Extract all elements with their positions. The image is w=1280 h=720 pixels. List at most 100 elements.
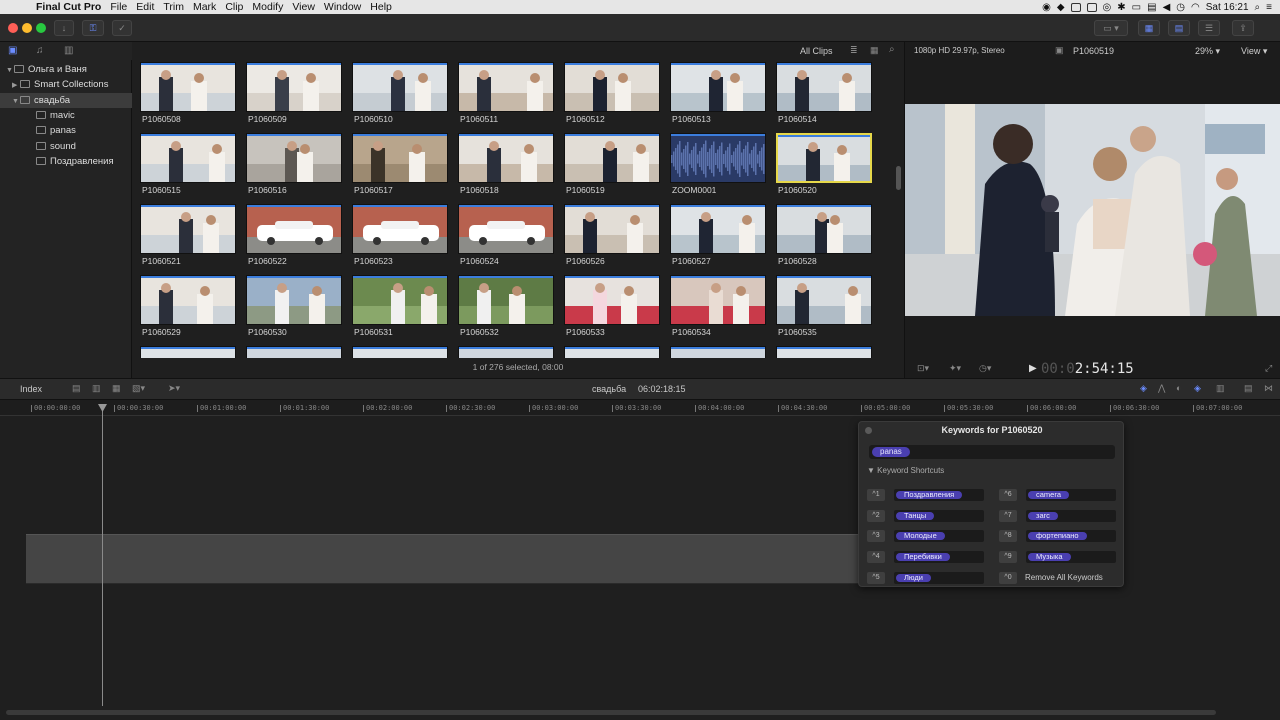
clip-filmstrip[interactable] [140, 346, 236, 358]
clip-filmstrip[interactable] [670, 275, 766, 325]
sidebar-item[interactable]: ▼ Ольга и Ваня [0, 62, 132, 77]
insert-edit-icon[interactable]: ▥ [92, 383, 101, 394]
background-tasks-icon[interactable]: ✓ [112, 20, 132, 36]
clip-filmstrip[interactable] [458, 62, 554, 112]
libraries-icon[interactable]: ▣ [8, 45, 17, 56]
keyword-shortcut-chip[interactable]: Молодые [896, 532, 945, 541]
search-icon[interactable]: ⌕ [889, 44, 895, 55]
clip-thumbnail[interactable]: P1060515 [140, 133, 236, 203]
keyword-shortcut-chip[interactable]: Люди [896, 573, 931, 582]
keyword-shortcut-field[interactable]: Люди [894, 571, 984, 584]
menu-window[interactable]: Window [324, 1, 370, 13]
inspector-toggle-icon[interactable]: ☰ [1198, 20, 1220, 36]
clip-filmstrip[interactable] [564, 204, 660, 254]
flag-icon[interactable]: ▤ [1147, 2, 1156, 13]
clip-thumbnail[interactable]: P1060530 [246, 275, 342, 345]
import-icon[interactable]: ↓ [54, 20, 74, 36]
clip-filmstrip[interactable] [352, 133, 448, 183]
browser-toggle-icon[interactable]: ▦ [1138, 20, 1160, 36]
clip-thumbnail[interactable]: P1060510 [352, 62, 448, 132]
viewer-timecode[interactable]: 00:02:54:15 [1041, 360, 1134, 378]
clip-filmstrip[interactable] [776, 275, 872, 325]
keyword-shortcut-field[interactable]: Танцы [894, 509, 984, 522]
clip-filmstrip[interactable] [246, 133, 342, 183]
clip-filmstrip[interactable] [564, 275, 660, 325]
clip-filmstrip[interactable] [140, 62, 236, 112]
search-icon[interactable]: ⌕ [1255, 2, 1261, 13]
clip-filmstrip[interactable] [458, 275, 554, 325]
keyword-shortcut-chip[interactable]: camera [1028, 491, 1070, 499]
solo-icon[interactable]: ◐ [1176, 383, 1181, 393]
keyword-shortcut-field[interactable]: загс [1026, 509, 1116, 522]
select-tool-icon[interactable]: ➤▾ [168, 383, 180, 394]
clip-filmstrip[interactable] [776, 346, 872, 358]
clip-filmstrip[interactable] [670, 133, 766, 183]
clip-filmstrip[interactable] [140, 133, 236, 183]
timeline-toggle-icon[interactable]: ▤ [1168, 20, 1190, 36]
audio-skimming-icon[interactable]: ⋀ [1158, 383, 1165, 394]
clip-filmstrip[interactable] [776, 133, 872, 183]
viewer-video-frame[interactable] [905, 104, 1280, 316]
keyword-shortcut-field[interactable]: camera [1026, 489, 1116, 501]
clip-thumbnail[interactable]: P1060535 [776, 275, 872, 345]
transform-icon[interactable]: ⊡▾ [917, 363, 929, 374]
browser-scrollbar[interactable] [896, 166, 901, 190]
clip-thumbnail[interactable]: P1060512 [564, 62, 660, 132]
clip-filmstrip[interactable] [246, 62, 342, 112]
retiming-icon[interactable]: ◷▾ [979, 363, 991, 374]
clip-thumbnail[interactable]: P1060508 [140, 62, 236, 132]
clip-thumbnail[interactable]: P1060529 [140, 275, 236, 345]
bluetooth-icon[interactable]: ✱ [1117, 2, 1125, 13]
minimize-window-button[interactable] [22, 23, 32, 33]
keyword-shortcut-chip[interactable]: загс [1028, 511, 1058, 520]
keyword-shortcuts-toggle[interactable]: ▼ Keyword Shortcuts [867, 466, 944, 475]
clip-thumbnail[interactable]: P1060526 [564, 204, 660, 274]
record-icon[interactable]: ◉ [1042, 2, 1051, 13]
sidebar-item[interactable]: ▼ свадьба [0, 92, 132, 109]
sidebar-item[interactable]: ▶ Smart Collections [0, 77, 132, 92]
keyword-shortcut-field[interactable]: Молодые [894, 530, 984, 543]
keyword-shortcut-chip[interactable]: Танцы [896, 511, 935, 520]
menu-app-name[interactable]: Final Cut Pro [30, 1, 110, 13]
time-machine-icon[interactable]: ◷ [1176, 2, 1185, 13]
airplay-icon[interactable]: ▭ [1132, 2, 1141, 13]
disclosure-triangle-icon[interactable]: ▼ [12, 94, 20, 109]
keyword-tag[interactable]: panas [872, 447, 910, 457]
clip-thumbnail[interactable]: P1060524 [458, 204, 554, 274]
enhancements-icon[interactable]: ✦▾ [949, 363, 961, 374]
timeline-scrollbar[interactable] [6, 710, 1216, 715]
sidebar-item[interactable]: panas [0, 123, 132, 138]
timeline-index-button[interactable]: Index [20, 384, 42, 394]
clip-filmstrip[interactable] [564, 346, 660, 358]
wifi-icon[interactable]: ◠ [1191, 2, 1200, 13]
menu-trim[interactable]: Trim [163, 1, 193, 13]
clip-filmstrip[interactable] [140, 275, 236, 325]
clip-filter-menu[interactable]: All Clips [800, 46, 833, 56]
menu-view[interactable]: View [292, 1, 324, 13]
keyword-shortcut-chip[interactable]: фортепиано [1028, 532, 1087, 541]
keyword-shortcut-field[interactable]: Поздравления [894, 489, 984, 501]
sidebar-item[interactable]: mavic [0, 108, 132, 123]
viewer-view-menu[interactable]: View ▾ [1241, 46, 1267, 57]
menu-modify[interactable]: Modify [252, 1, 292, 13]
workspace-icon[interactable]: ▭ ▾ [1094, 20, 1128, 36]
primary-storyline[interactable] [26, 534, 858, 584]
clip-appearance-icon[interactable]: ▥ [1216, 383, 1225, 394]
clip-filmstrip[interactable] [564, 133, 660, 183]
clip-thumbnail[interactable]: ZOOM0001 [670, 133, 766, 203]
clip-thumbnail[interactable]: P1060528 [776, 204, 872, 274]
keyword-shortcut-field[interactable]: Музыка [1026, 551, 1116, 564]
timeline-ruler[interactable]: 00:00:00:00 00:00:30:00 00:01:00:00 00:01:3… [0, 400, 1280, 416]
playhead[interactable] [102, 404, 103, 706]
zoom-window-button[interactable] [36, 23, 46, 33]
disclosure-triangle-icon[interactable]: ▼ [6, 63, 14, 78]
clip-filmstrip[interactable] [458, 133, 554, 183]
clip-thumbnail[interactable]: P1060522 [246, 204, 342, 274]
clip-thumbnail[interactable]: P1060513 [670, 62, 766, 132]
skimming-icon[interactable]: ◈ [1140, 383, 1147, 394]
keyword-icon[interactable]: ⚿ [82, 20, 104, 36]
display-icon[interactable] [1086, 2, 1097, 12]
clip-filmstrip[interactable] [352, 346, 448, 358]
clip-thumbnail[interactable] [140, 346, 236, 358]
clip-thumbnail[interactable]: P1060519 [564, 133, 660, 203]
